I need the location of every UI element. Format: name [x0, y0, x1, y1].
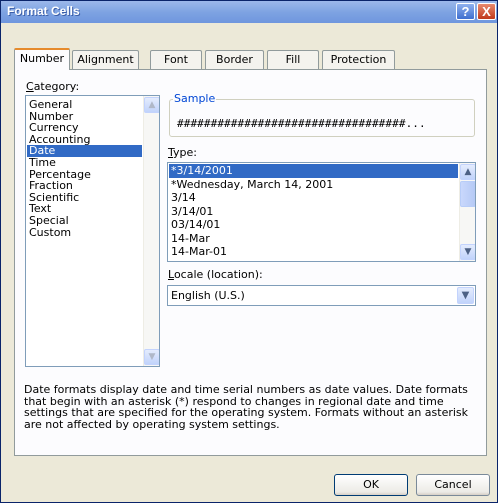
category-item[interactable]: General	[27, 99, 142, 111]
tab-protection[interactable]: Protection	[322, 50, 395, 69]
category-scrollbar[interactable]: ▲ ▼	[143, 96, 159, 366]
sample-value: ##################################...	[177, 117, 426, 130]
type-item[interactable]: 14-Mar	[169, 232, 458, 246]
chevron-up-icon[interactable]: ▲	[144, 97, 159, 113]
locale-value: English (U.S.)	[171, 289, 245, 302]
category-item[interactable]: Special	[27, 215, 142, 227]
tab-font[interactable]: Font	[150, 50, 202, 69]
tab-number[interactable]: Number	[14, 48, 70, 70]
chevron-down-icon[interactable]: ▼	[457, 287, 474, 304]
locale-label: Locale (location):	[168, 268, 263, 281]
chevron-down-icon[interactable]: ▼	[460, 244, 475, 260]
type-item[interactable]: 14-Mar-01	[169, 245, 458, 259]
type-listbox[interactable]: *3/14/2001 *Wednesday, March 14, 2001 3/…	[167, 162, 476, 262]
type-item[interactable]: 03/14/01	[169, 218, 458, 232]
category-label: Category:	[26, 80, 80, 93]
type-item[interactable]: 3/14/01	[169, 205, 458, 219]
type-label: Type:	[168, 146, 197, 159]
close-button[interactable]: X	[477, 3, 496, 20]
tab-alignment[interactable]: Alignment	[72, 50, 139, 69]
tab-fill[interactable]: Fill	[267, 50, 319, 69]
scroll-thumb[interactable]	[460, 181, 475, 207]
format-cells-dialog: Format Cells ? X Number Alignment Font B…	[0, 0, 498, 503]
type-item-selected[interactable]: *3/14/2001	[169, 164, 458, 178]
type-item[interactable]: *Wednesday, March 14, 2001	[169, 178, 458, 192]
type-item[interactable]: 3/14	[169, 191, 458, 205]
category-item[interactable]: Fraction	[27, 180, 142, 192]
locale-combobox[interactable]: English (U.S.) ▼	[167, 285, 476, 306]
category-item[interactable]: Custom	[27, 226, 142, 239]
title-bar[interactable]: Format Cells ? X	[1, 1, 497, 23]
tab-border[interactable]: Border	[205, 50, 264, 69]
help-button[interactable]: ?	[456, 3, 475, 20]
category-listbox[interactable]: General Number Currency Accounting Date …	[25, 95, 160, 367]
format-description: Date formats display date and time seria…	[24, 383, 469, 432]
cancel-button[interactable]: Cancel	[416, 474, 490, 496]
type-scrollbar[interactable]: ▲ ▼	[459, 163, 475, 261]
chevron-down-icon[interactable]: ▼	[144, 349, 159, 365]
category-item[interactable]: Time	[27, 157, 142, 169]
window-title: Format Cells	[7, 4, 80, 18]
chevron-up-icon[interactable]: ▲	[460, 164, 475, 180]
sample-label: Sample	[173, 92, 217, 105]
ok-button[interactable]: OK	[334, 474, 408, 496]
